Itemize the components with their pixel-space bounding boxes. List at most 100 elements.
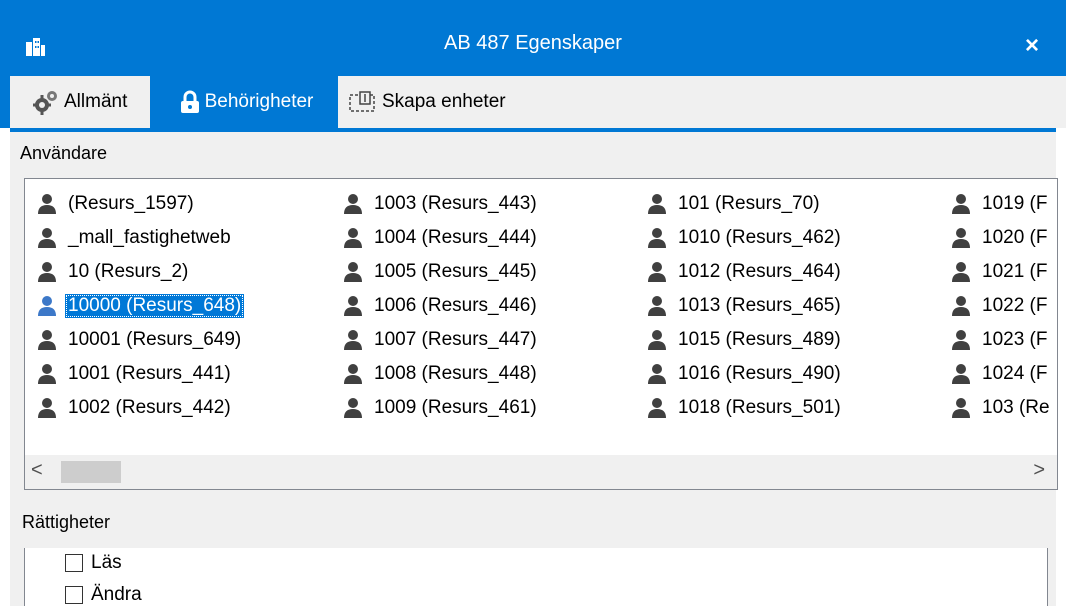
user-list-item[interactable]: _mall_fastighetweb: [37, 221, 244, 255]
user-label: 1012 (Resurs_464): [678, 261, 841, 282]
user-list-item[interactable]: 1015 (Resurs_489): [647, 323, 844, 357]
user-list-item[interactable]: 1008 (Resurs_448): [343, 357, 540, 391]
user-list-item[interactable]: 1004 (Resurs_444): [343, 221, 540, 255]
scrollbar-thumb[interactable]: [61, 461, 121, 483]
user-list-item[interactable]: (Resurs_1597): [37, 187, 244, 221]
user-label: 1019 (F: [982, 193, 1048, 214]
user-list-item[interactable]: 1021 (F: [951, 255, 1053, 289]
user-icon: [38, 228, 56, 248]
lock-icon: [180, 90, 199, 113]
user-list-item[interactable]: 10000 (Resurs_648): [37, 289, 245, 323]
user-list-item[interactable]: 1018 (Resurs_501): [647, 391, 844, 425]
gears-icon: [33, 91, 57, 115]
tab-bar: Allmänt Behörigheter Skapa enheter: [0, 76, 1066, 128]
user-list-item[interactable]: 1005 (Resurs_445): [343, 255, 540, 289]
user-list-item[interactable]: 1006 (Resurs_446): [343, 289, 540, 323]
user-label: _mall_fastighetweb: [68, 227, 231, 248]
tab-behorigheter-label: Behörigheter: [204, 91, 314, 112]
checkbox[interactable]: [65, 586, 83, 604]
user-label: 1003 (Resurs_443): [374, 193, 537, 214]
user-list-item[interactable]: 1016 (Resurs_490): [647, 357, 844, 391]
user-icon: [344, 296, 362, 316]
user-icon: [38, 398, 56, 418]
tab-behorigheter[interactable]: Behörigheter: [156, 76, 336, 128]
users-column-4: 1019 (F 1020 (F 1021 (F 1022 (F 1023 (F 1024 …: [951, 187, 1053, 425]
user-label: 101 (Resurs_70): [678, 193, 820, 214]
user-icon: [648, 262, 666, 282]
user-list-item[interactable]: 1019 (F: [951, 187, 1053, 221]
user-list-item[interactable]: 1003 (Resurs_443): [343, 187, 540, 221]
rights-item-las[interactable]: Läs: [65, 552, 122, 574]
user-icon: [952, 398, 970, 418]
user-list-item[interactable]: 1012 (Resurs_464): [647, 255, 844, 289]
users-listbox[interactable]: (Resurs_1597) _mall_fastighetweb 10 (Resur…: [24, 178, 1058, 490]
user-label: 1007 (Resurs_447): [374, 329, 537, 350]
user-icon: [38, 194, 56, 214]
user-label: 1023 (F: [982, 329, 1048, 350]
user-list-item[interactable]: 1001 (Resurs_441): [37, 357, 244, 391]
checkbox[interactable]: [65, 554, 83, 572]
user-list-item[interactable]: 1002 (Resurs_442): [37, 391, 244, 425]
user-icon: [344, 228, 362, 248]
user-label: 1022 (F: [982, 295, 1048, 316]
tab-allmant[interactable]: Allmänt: [10, 76, 150, 128]
user-label: 1016 (Resurs_490): [678, 363, 841, 384]
user-icon: [648, 194, 666, 214]
user-list-item[interactable]: 1007 (Resurs_447): [343, 323, 540, 357]
user-icon: [344, 398, 362, 418]
user-list-item[interactable]: 103 (Re: [951, 391, 1053, 425]
user-icon: [38, 296, 56, 316]
user-label: 1021 (F: [982, 261, 1048, 282]
user-list-item[interactable]: 10 (Resurs_2): [37, 255, 244, 289]
user-icon: [38, 262, 56, 282]
user-label: 1006 (Resurs_446): [374, 295, 537, 316]
user-list-item[interactable]: 1009 (Resurs_461): [343, 391, 540, 425]
close-button[interactable]: ×: [1020, 33, 1044, 59]
user-list-item[interactable]: 1024 (F: [951, 357, 1053, 391]
users-label: Användare: [20, 143, 108, 163]
user-icon: [344, 364, 362, 384]
user-list-item[interactable]: 1022 (F: [951, 289, 1053, 323]
user-label: 10000 (Resurs_648): [65, 294, 245, 318]
user-label: 1024 (F: [982, 363, 1048, 384]
tab-allmant-label: Allmänt: [64, 91, 128, 112]
user-icon: [344, 262, 362, 282]
tab-skapa-enheter[interactable]: Skapa enheter: [338, 76, 1066, 128]
user-label: 1015 (Resurs_489): [678, 329, 841, 350]
user-icon: [952, 194, 970, 214]
user-list-item[interactable]: 101 (Resurs_70): [647, 187, 844, 221]
user-icon: [38, 330, 56, 350]
rights-item-label: Läs: [91, 552, 122, 573]
scroll-left-button[interactable]: <: [31, 459, 43, 482]
users-column-3: 101 (Resurs_70) 1010 (Resurs_462) 1012 (Re…: [647, 187, 844, 425]
user-icon: [952, 330, 970, 350]
rights-item-andra[interactable]: Ändra: [65, 584, 142, 606]
users-column-2: 1003 (Resurs_443) 1004 (Resurs_444) 1005 (…: [343, 187, 540, 425]
tab-skapa-enheter-label: Skapa enheter: [382, 91, 506, 112]
user-icon: [344, 330, 362, 350]
users-column-1: (Resurs_1597) _mall_fastighetweb 10 (Resur…: [37, 187, 245, 425]
create-units-icon: [349, 91, 375, 112]
user-list-item[interactable]: 1023 (F: [951, 323, 1053, 357]
window-title: AB 487 Egenskaper: [444, 32, 622, 54]
user-icon: [38, 364, 56, 384]
user-icon: [952, 364, 970, 384]
user-label: 1018 (Resurs_501): [678, 397, 841, 418]
user-list-item[interactable]: 1010 (Resurs_462): [647, 221, 844, 255]
user-icon: [648, 364, 666, 384]
user-label: 1020 (F: [982, 227, 1048, 248]
user-icon: [952, 296, 970, 316]
user-label: 1013 (Resurs_465): [678, 295, 841, 316]
user-icon: [648, 228, 666, 248]
user-list-item[interactable]: 10001 (Resurs_649): [37, 323, 244, 357]
rights-label: Rättigheter: [22, 512, 111, 532]
user-label: 10001 (Resurs_649): [68, 329, 242, 350]
scroll-right-button[interactable]: >: [1033, 459, 1045, 482]
user-list-item[interactable]: 1020 (F: [951, 221, 1053, 255]
user-label: 1002 (Resurs_442): [68, 397, 231, 418]
rights-item-label: Ändra: [91, 584, 142, 605]
horizontal-scrollbar[interactable]: < >: [25, 455, 1057, 489]
user-list-item[interactable]: 1013 (Resurs_465): [647, 289, 844, 323]
user-icon: [648, 296, 666, 316]
user-label: 10 (Resurs_2): [68, 261, 189, 282]
